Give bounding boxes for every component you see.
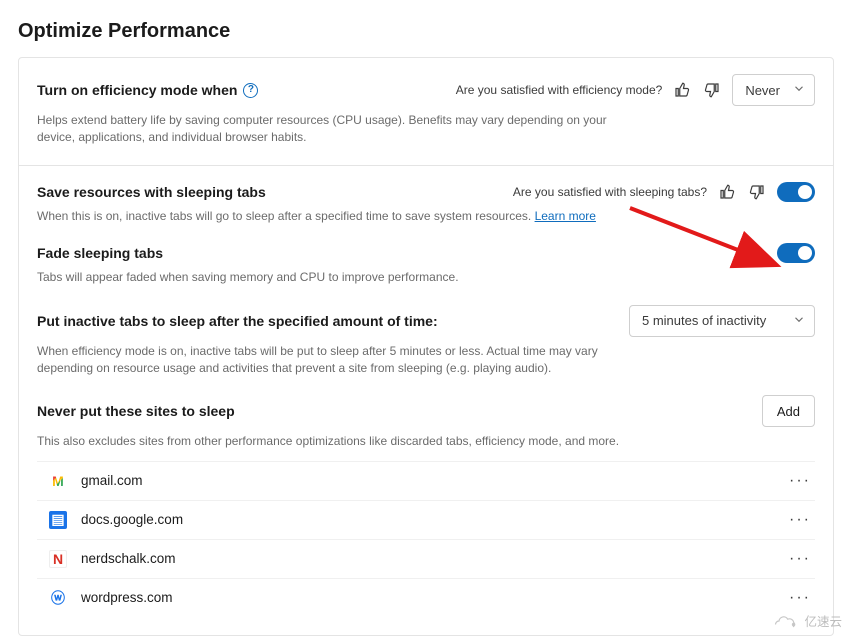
thumbs-up-icon[interactable] bbox=[717, 182, 737, 202]
more-actions-button[interactable]: ··· bbox=[789, 550, 811, 568]
info-icon[interactable]: ? bbox=[243, 83, 258, 98]
efficiency-mode-select-value: Never bbox=[745, 83, 780, 98]
sleeping-tabs-toggle[interactable] bbox=[777, 182, 815, 202]
fade-desc: Tabs will appear faded when saving memor… bbox=[37, 269, 637, 286]
thumbs-up-icon[interactable] bbox=[672, 80, 692, 100]
site-name: nerdschalk.com bbox=[81, 551, 176, 566]
timeout-select-value: 5 minutes of inactivity bbox=[642, 313, 766, 328]
thumbs-down-icon[interactable] bbox=[747, 182, 767, 202]
sleeping-question: Are you satisfied with sleeping tabs? bbox=[513, 185, 707, 199]
site-row: ▤ docs.google.com ··· bbox=[37, 500, 815, 539]
never-desc: This also excludes sites from other perf… bbox=[37, 433, 637, 450]
site-name: docs.google.com bbox=[81, 512, 183, 527]
page-title: Optimize Performance bbox=[18, 20, 834, 43]
site-row: ⓦ wordpress.com ··· bbox=[37, 578, 815, 617]
timeout-desc: When efficiency mode is on, inactive tab… bbox=[37, 343, 637, 378]
fade-heading: Fade sleeping tabs bbox=[37, 245, 767, 261]
performance-card: Turn on efficiency mode when ? Are you s… bbox=[18, 57, 834, 636]
sleeping-heading: Save resources with sleeping tabs bbox=[37, 184, 503, 200]
more-actions-button[interactable]: ··· bbox=[789, 589, 811, 607]
site-name: gmail.com bbox=[81, 473, 143, 488]
nerds-icon: N bbox=[49, 550, 67, 568]
add-site-button-label: Add bbox=[777, 404, 800, 419]
efficiency-mode-select[interactable]: Never bbox=[732, 74, 815, 106]
watermark-text: 亿速云 bbox=[804, 611, 842, 630]
sleeping-desc-text: When this is on, inactive tabs will go t… bbox=[37, 209, 535, 223]
timeout-heading: Put inactive tabs to sleep after the spe… bbox=[37, 313, 619, 329]
gmail-icon: M bbox=[49, 472, 67, 490]
section-efficiency-mode: Turn on efficiency mode when ? Are you s… bbox=[19, 58, 833, 166]
chevron-down-icon bbox=[792, 312, 806, 329]
section-sleeping-tabs: Save resources with sleeping tabs Are yo… bbox=[19, 166, 833, 635]
site-name: wordpress.com bbox=[81, 590, 173, 605]
add-site-button[interactable]: Add bbox=[762, 395, 815, 427]
efficiency-heading-text: Turn on efficiency mode when bbox=[37, 82, 237, 98]
site-row: N nerdschalk.com ··· bbox=[37, 539, 815, 578]
sleeping-desc: When this is on, inactive tabs will go t… bbox=[37, 208, 637, 225]
fade-toggle[interactable] bbox=[777, 243, 815, 263]
efficiency-desc: Helps extend battery life by saving comp… bbox=[37, 112, 637, 147]
more-actions-button[interactable]: ··· bbox=[789, 511, 811, 529]
efficiency-heading: Turn on efficiency mode when ? bbox=[37, 82, 446, 98]
learn-more-link[interactable]: Learn more bbox=[535, 209, 596, 223]
timeout-select[interactable]: 5 minutes of inactivity bbox=[629, 305, 815, 337]
thumbs-down-icon[interactable] bbox=[702, 80, 722, 100]
never-heading: Never put these sites to sleep bbox=[37, 403, 752, 419]
more-actions-button[interactable]: ··· bbox=[789, 472, 811, 490]
watermark: 亿速云 bbox=[772, 611, 842, 630]
never-sites-list: M gmail.com ··· ▤ docs.google.com ··· N bbox=[37, 461, 815, 617]
site-row: M gmail.com ··· bbox=[37, 461, 815, 500]
chevron-down-icon bbox=[792, 82, 806, 99]
docs-icon: ▤ bbox=[49, 511, 67, 529]
efficiency-question: Are you satisfied with efficiency mode? bbox=[456, 83, 663, 97]
wp-icon: ⓦ bbox=[49, 589, 67, 607]
